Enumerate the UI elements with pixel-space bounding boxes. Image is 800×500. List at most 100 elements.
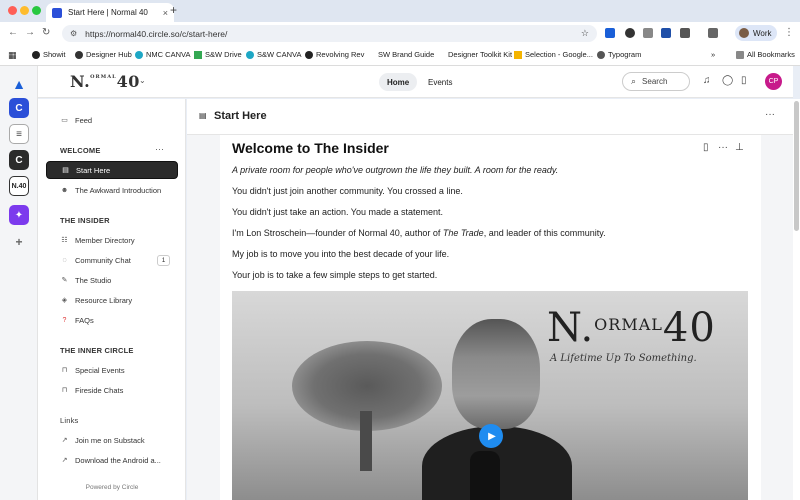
community-c-dark-icon[interactable]: C [9,150,29,170]
video-tree-trunk [360,411,372,471]
bookmark-sw-canva[interactable]: S&W CANVA [246,50,301,59]
zoom-window-icon[interactable] [32,6,41,15]
welcome-more-icon[interactable]: ··· [155,144,164,154]
section-inner-circle[interactable]: THE INNER CIRCLE [60,346,134,355]
bookmark-designer-hub[interactable]: Designer Hub [75,50,132,59]
sidebar-link-substack[interactable]: ↗ Join me on Substack [46,431,178,449]
back-arrow-icon[interactable]: ← [8,27,18,38]
apps-grid-icon[interactable]: ▦ [8,50,17,61]
play-button[interactable]: ▶ [479,424,503,448]
members-icon: ☷ [61,237,68,244]
sidebar-item-member-directory[interactable]: ☷ Member Directory [46,231,178,249]
scrollbar[interactable] [793,99,800,500]
avatar[interactable]: CP [765,73,782,90]
reload-icon[interactable]: ↻ [42,27,50,38]
more-bookmarks-icon[interactable]: » [711,50,715,59]
sidebar-item-special-events[interactable]: ⊓ Special Events [46,361,178,379]
bookmark-nmc-canva[interactable]: NMC CANVA [135,50,190,59]
bookmark-sw-drive[interactable]: S&W Drive [194,50,242,59]
feed-icon: ▭ [61,117,68,124]
section-the-insider[interactable]: THE INSIDER [60,216,110,225]
sidebar-item-awkward-intro[interactable]: ☻ The Awkward Introduction [46,181,178,199]
extension-dark-icon[interactable] [625,28,635,38]
bookmark-showit[interactable]: Showit [32,50,66,59]
post-paragraph: Your job is to take a few simple steps t… [232,270,438,280]
browser-tab-bar: Start Here | Normal 40 × + [0,0,800,22]
bookmark-sw-brand-guide[interactable]: SW Brand Guide [378,50,434,59]
chevron-down-icon[interactable]: ⌄ [139,76,146,85]
minimize-window-icon[interactable] [20,6,29,15]
sidebar-item-faqs[interactable]: ? FAQs [46,311,178,329]
sidebar-item-feed[interactable]: ▭ Feed [46,111,178,129]
sidebar-item-resource-library[interactable]: ◈ Resource Library [46,291,178,309]
sidebar-item-the-studio[interactable]: ✎ The Studio [46,271,178,289]
post-paragraph: You didn't just take an action. You made… [232,207,444,217]
post-intro: A private room for people who've outgrow… [232,165,559,175]
bell-icon[interactable]: ♫ [703,75,711,86]
site-settings-icon[interactable]: ⚙ [70,29,77,38]
search-placeholder: Search [642,77,668,86]
browser-tab[interactable]: Start Here | Normal 40 × [46,3,174,22]
pin-icon[interactable]: ⊥ [735,142,744,153]
nav-events[interactable]: Events [420,73,460,91]
post-title: Welcome to The Insider [232,140,389,156]
extensions-puzzle-icon[interactable] [680,28,690,38]
add-community-icon[interactable]: + [9,232,29,252]
section-links[interactable]: Links [60,416,79,425]
tab-close-icon[interactable]: × [163,8,168,18]
powered-by-circle[interactable]: Powered by Circle [38,484,186,491]
section-welcome[interactable]: WELCOME [60,146,101,155]
bookmark-post-icon[interactable]: ▯ [703,142,709,153]
studio-icon: ✎ [61,277,68,284]
sidebar-link-android[interactable]: ↗ Download the Android a... [46,451,178,469]
bookmark-star-icon[interactable]: ☆ [581,28,589,39]
page-icon: ▤ [62,167,69,174]
lock-icon: ⊓ [61,367,68,374]
tab-title: Start Here | Normal 40 [68,8,148,17]
bookmark-selection-google[interactable]: Selection - Google... [514,50,593,59]
extension-v-icon[interactable] [605,28,615,38]
community-c-blue-icon[interactable]: C [9,98,29,118]
bookmark-revolving-rev[interactable]: Revolving Rev [305,50,364,59]
post-paragraph: My job is to move you into the best deca… [232,249,450,259]
intro-video[interactable]: N.ORMAL40 A Lifetime Up To Something. ▶ [232,291,748,500]
address-bar-row: ← → ↻ ⚙ https://normal40.circle.so/c/sta… [0,22,800,44]
all-bookmarks[interactable]: All Bookmarks [736,50,795,59]
bookmark-typogram[interactable]: Typogram [597,50,641,59]
chat-bubble-icon: ◌ [62,256,67,264]
search-input[interactable]: ⌕ Search [622,72,690,91]
sidebar-item-start-here[interactable]: ▤ Start Here [46,161,178,179]
page-title: Start Here [214,110,267,122]
browser-menu-icon[interactable]: ⋮ [784,27,794,38]
extension-blue-icon[interactable] [661,28,671,38]
profile-button[interactable]: Work [735,25,777,41]
chat-icon[interactable]: ◯ [722,75,733,86]
sidebar-item-community-chat[interactable]: ◌ Community Chat 1 [46,251,178,269]
cast-icon[interactable] [708,28,718,38]
library-icon: ◈ [61,297,68,304]
forward-arrow-icon[interactable]: → [25,27,35,38]
bookmark-icon[interactable]: ▯ [741,75,747,86]
page-icon: ▤ [199,111,207,120]
sidebar-item-fireside-chats[interactable]: ⊓ Fireside Chats [46,381,178,399]
community-lines-icon[interactable]: ≡ [9,124,29,144]
new-tab-button[interactable]: + [170,3,177,17]
bookmark-designer-toolkit[interactable]: Designer Toolkit Kit [448,50,512,59]
nav-home[interactable]: Home [379,73,418,91]
video-tagline: A Lifetime Up To Something. [550,353,697,364]
external-link-icon: ↗ [61,457,68,464]
profile-avatar [739,28,749,38]
community-sparkle-icon[interactable]: ✦ [9,205,29,225]
post-more-icon[interactable]: ··· [718,142,728,153]
community-n40-icon[interactable]: N.40 [9,176,29,196]
space-more-icon[interactable]: ··· [765,109,775,120]
normal40-logo[interactable]: N.ORMAL40 [70,72,140,91]
scrollbar-thumb[interactable] [794,101,799,231]
microphone [470,451,500,500]
close-window-icon[interactable] [8,6,17,15]
bookmarks-bar: ▦ Showit Designer Hub NMC CANVA S&W Driv… [0,44,800,66]
community-logo-m-icon[interactable]: ▲ [9,74,29,94]
extension-camera-icon[interactable] [643,28,653,38]
post-paragraph: I'm Lon Stroschein—founder of Normal 40,… [232,228,606,238]
url-input[interactable]: ⚙ https://normal40.circle.so/c/start-her… [62,25,597,42]
